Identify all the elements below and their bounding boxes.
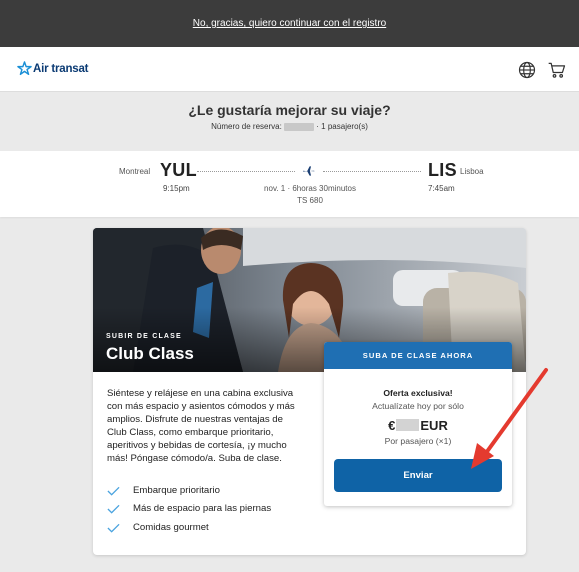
- page-title: ¿Le gustaría mejorar su viaje?: [188, 102, 391, 118]
- star-logo-icon: [17, 61, 32, 76]
- feature-item: Más de espacio para las piernas: [107, 503, 271, 514]
- offer-subtitle: Actualízate hoy por sólo: [372, 401, 464, 411]
- checkmark-icon: [107, 504, 120, 514]
- brand-logo[interactable]: Air transat: [17, 61, 89, 76]
- club-class-description: Siéntese y relájese en una cabina exclus…: [107, 388, 295, 464]
- price-per-passenger: Por pasajero (×1): [384, 436, 452, 446]
- plane-icon: [303, 166, 315, 176]
- cart-icon[interactable]: [547, 60, 567, 80]
- passenger-count: · 1 pasajero(s): [316, 122, 368, 131]
- feature-label: Embarque prioritario: [133, 485, 220, 496]
- feature-label: Más de espacio para las piernas: [133, 503, 272, 514]
- route-line-right: [323, 171, 421, 172]
- currency-symbol: €: [388, 418, 396, 433]
- origin-city: Montreal: [119, 167, 151, 176]
- checkmark-icon: [107, 486, 120, 496]
- arrive-time: 7:45am: [428, 184, 455, 193]
- offer-header: SUBA DE CLASE AHORA: [324, 342, 512, 369]
- route-line-left: [197, 171, 295, 172]
- upgrade-offer-box: SUBA DE CLASE AHORA Oferta exclusiva! Ac…: [324, 342, 512, 506]
- feature-item: Embarque prioritario: [107, 485, 220, 496]
- feature-item: Comidas gourmet: [107, 522, 209, 533]
- feature-label: Comidas gourmet: [133, 522, 209, 533]
- destination-code: LIS: [428, 160, 457, 180]
- booking-label: Número de reserva:: [211, 122, 282, 131]
- globe-icon[interactable]: [517, 60, 537, 80]
- redacted-price: [396, 419, 420, 431]
- top-bar: No, gracias, quiero continuar con el reg…: [0, 0, 579, 47]
- flight-date-duration: nov. 1 · 6horas 30minutos: [264, 184, 356, 193]
- brand-name: Air transat: [33, 62, 89, 75]
- offer-title: Oferta exclusiva!: [383, 388, 453, 398]
- continue-registration-link[interactable]: No, gracias, quiero continuar con el reg…: [193, 18, 386, 29]
- flight-number: TS 680: [297, 196, 323, 205]
- site-header: Air transat: [0, 47, 579, 92]
- send-button[interactable]: Enviar: [334, 459, 502, 492]
- club-class-title: Club Class: [106, 344, 194, 363]
- origin-code: YUL: [160, 160, 197, 180]
- currency-code: EUR: [420, 418, 448, 433]
- depart-time: 9:15pm: [163, 184, 190, 193]
- booking-info: Número de reserva: · 1 pasajero(s): [0, 122, 579, 131]
- offer-price: € EUR: [324, 418, 512, 433]
- upgrade-eyebrow: SUBIR DE CLASE: [106, 333, 182, 340]
- redacted-booking-number: [284, 122, 315, 131]
- checkmark-icon: [107, 523, 120, 533]
- upgrade-hero: ¿Le gustaría mejorar su viaje? Número de…: [0, 92, 579, 150]
- destination-city: Lisboa: [460, 167, 484, 176]
